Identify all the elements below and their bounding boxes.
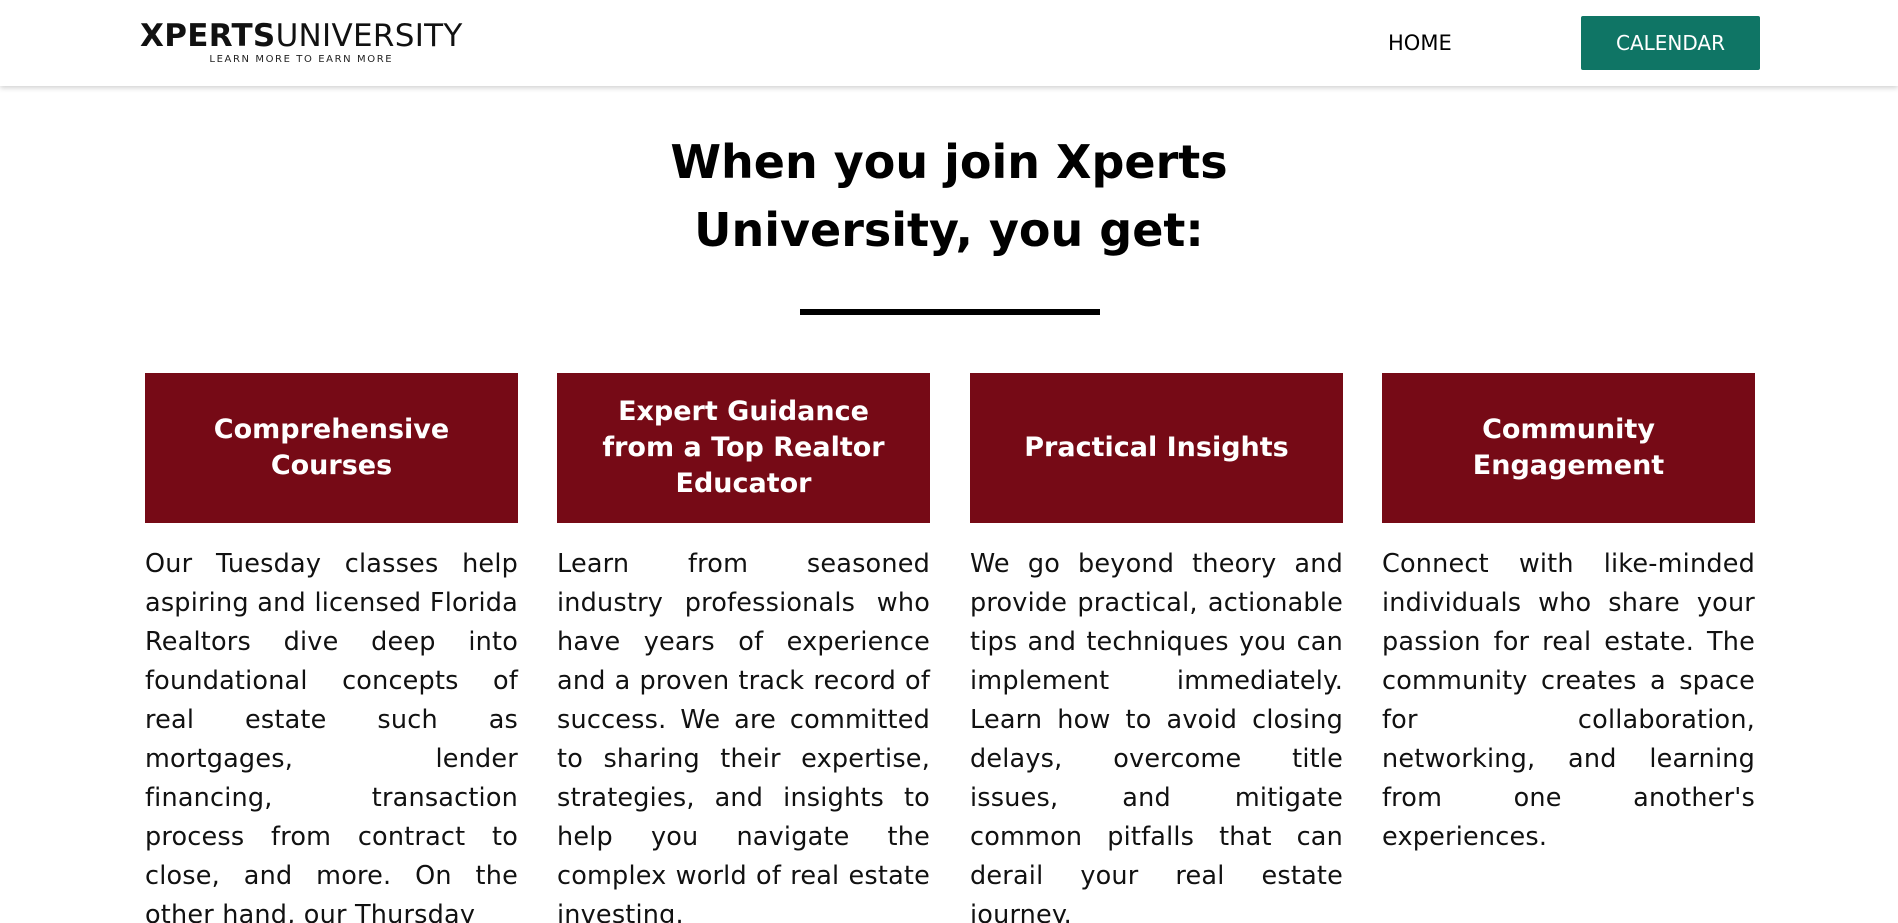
site-header: XPERTSUNIVERSITY LEARN MORE TO EARN MORE…: [0, 0, 1898, 86]
feature-card-courses: Comprehensive Courses Our Tuesday classe…: [145, 373, 518, 923]
card-title-box: Comprehensive Courses: [145, 373, 518, 523]
card-title: Community Engagement: [1472, 414, 1665, 481]
card-title-box: Community Engagement: [1382, 373, 1755, 523]
site-logo[interactable]: XPERTSUNIVERSITY LEARN MORE TO EARN MORE: [140, 18, 463, 65]
card-title: Expert Guidance from a Top Realtor Educa…: [602, 396, 885, 499]
card-description: Our Tuesday classes help aspiring and li…: [145, 549, 518, 923]
card-title: Comprehensive Courses: [213, 414, 450, 481]
logo-bold-text: XPERTS: [140, 18, 276, 54]
logo-tagline: LEARN MORE TO EARN MORE: [209, 54, 394, 65]
calendar-button[interactable]: CALENDAR: [1581, 16, 1760, 70]
logo-light-text: UNIVERSITY: [275, 18, 463, 54]
feature-card-guidance: Expert Guidance from a Top Realtor Educa…: [557, 373, 930, 923]
heading-divider: [800, 309, 1100, 315]
card-title-box: Practical Insights: [970, 373, 1343, 523]
card-description: We go beyond theory and provide practica…: [970, 549, 1343, 923]
feature-card-community: Community Engagement Connect with like-m…: [1382, 373, 1755, 857]
nav-home-link[interactable]: HOME: [1372, 26, 1468, 60]
card-description: Learn from seasoned industry professiona…: [557, 549, 930, 923]
logo-wordmark: XPERTSUNIVERSITY: [140, 18, 463, 54]
card-title: Practical Insights: [1024, 432, 1289, 463]
card-title-box: Expert Guidance from a Top Realtor Educa…: [557, 373, 930, 523]
section-heading: When you join Xperts University, you get…: [670, 135, 1228, 257]
feature-card-insights: Practical Insights We go beyond theory a…: [970, 373, 1343, 923]
card-description: Connect with like-minded individuals who…: [1382, 549, 1755, 852]
